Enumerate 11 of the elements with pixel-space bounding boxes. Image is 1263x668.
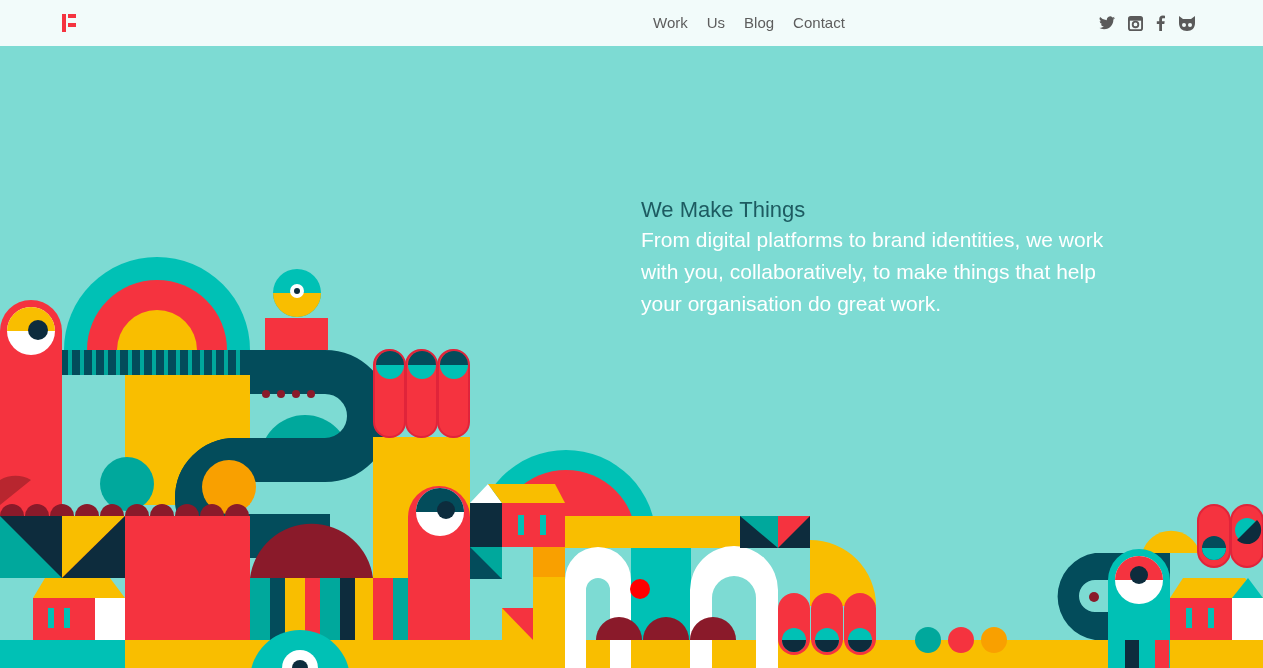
facebook-icon[interactable] (1156, 15, 1165, 31)
logo-icon[interactable] (62, 14, 76, 32)
nav-link[interactable]: Work (653, 11, 688, 35)
hero-text: From digital platforms to brand identities, we work with you, collaboratively, to make things that help your organisation do great work. (641, 227, 1105, 317)
nav-link[interactable]: Blog (744, 11, 775, 35)
twitter-icon[interactable] (1099, 16, 1115, 30)
nav-link[interactable]: Us (706, 11, 726, 35)
hero-title: We Make Things (641, 196, 807, 224)
nav-link[interactable]: Contact (793, 11, 845, 35)
camera-icon[interactable] (1128, 15, 1143, 31)
cat-icon[interactable] (1178, 15, 1196, 31)
